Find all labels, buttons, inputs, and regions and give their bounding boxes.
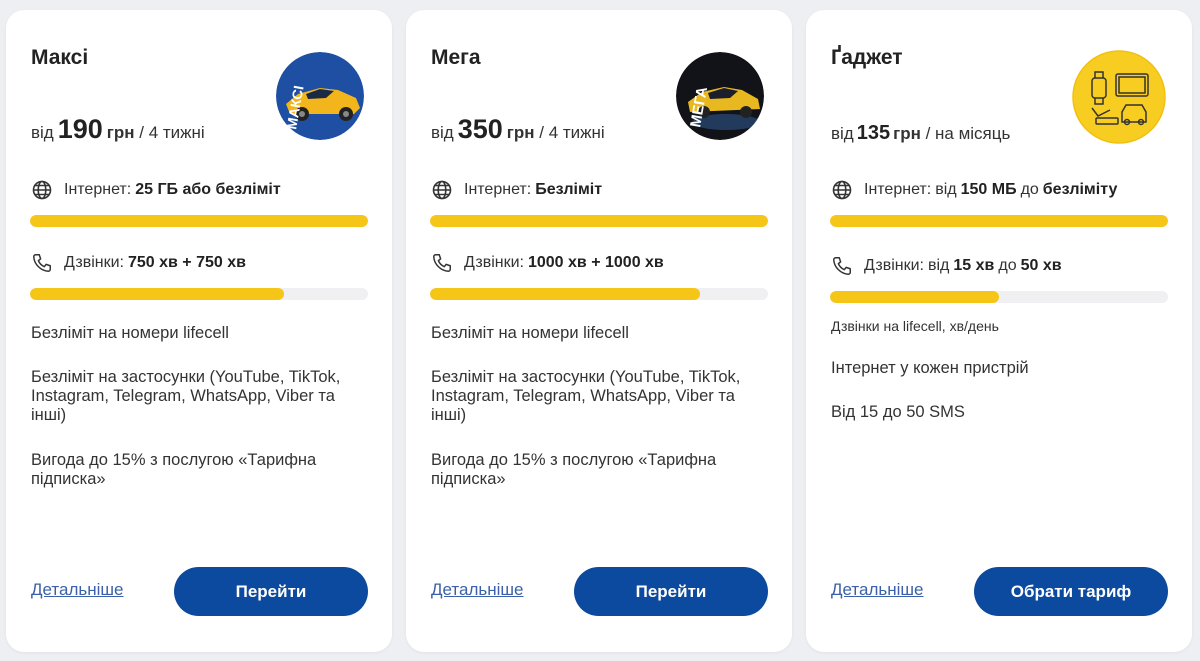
- tariff-price: від 135 грн / на місяць: [831, 122, 1011, 144]
- calls-feature: Дзвінки: 1000 хв + 1000 хв: [431, 252, 664, 274]
- go-button[interactable]: Перейти: [174, 567, 368, 616]
- calls-min: 15 хв: [953, 257, 995, 274]
- price-period: / 4 тижні: [539, 123, 605, 142]
- feature-note: Вигода до 15% з послугою «Тарифна підпис…: [31, 451, 317, 488]
- internet-feature: Інтернет: від 150 МБ до безліміту: [831, 179, 1117, 201]
- price-amount: 135: [856, 122, 891, 144]
- choose-tariff-button[interactable]: Обрати тариф: [974, 567, 1168, 616]
- internet-value: 25 ГБ або безліміт: [135, 181, 281, 198]
- gadget-devices-icon: [1072, 50, 1166, 144]
- price-amount: 350: [457, 114, 503, 144]
- feature-note: Безліміт на номери lifecell: [431, 324, 629, 342]
- internet-min: 150 МБ: [960, 181, 1017, 198]
- tariff-avatar-car-image: МЕГА: [676, 52, 764, 140]
- calls-max: 50 хв: [1020, 257, 1062, 274]
- feature-note: Від 15 до 50 SMS: [831, 403, 965, 421]
- feature-note: Безліміт на номери lifecell: [31, 324, 229, 342]
- internet-level-bar: [430, 215, 768, 227]
- tariff-price: від 350 грн / 4 тижні: [431, 114, 605, 144]
- details-link[interactable]: Детальніше: [31, 580, 124, 600]
- calls-feature: Дзвінки: 750 хв + 750 хв: [31, 252, 246, 274]
- details-link[interactable]: Детальніше: [831, 580, 924, 600]
- globe-icon: [31, 179, 53, 201]
- phone-icon: [431, 252, 453, 274]
- internet-level-bar: [30, 215, 368, 227]
- tariff-avatar-car-image: МАКСІ: [276, 52, 364, 140]
- calls-level-bar: [830, 291, 1168, 303]
- tariff-card-mega: Мега МЕГА від 350 грн / 4 тижні Інтернет…: [406, 10, 792, 652]
- internet-value: Безліміт: [535, 181, 603, 198]
- tariff-title: Ґаджет: [831, 46, 903, 69]
- feature-note: Безліміт на застосунки (YouTube, TikTok,…: [431, 368, 741, 424]
- internet-feature: Інтернет: 25 ГБ або безліміт: [31, 179, 281, 201]
- calls-caption: Дзвінки на lifecell, хв/день: [831, 318, 999, 334]
- tariff-title: Мега: [431, 46, 481, 69]
- calls-level-bar: [430, 288, 768, 300]
- internet-max: безліміту: [1042, 181, 1118, 198]
- tariff-cards: Максі МАКСІ від 190 грн / 4 тижні Інтерн…: [0, 0, 1200, 661]
- tariff-card-maxi: Максі МАКСІ від 190 грн / 4 тижні Інтерн…: [6, 10, 392, 652]
- phone-icon: [31, 252, 53, 274]
- feature-note: Вигода до 15% з послугою «Тарифна підпис…: [431, 451, 717, 488]
- tariff-price: від 190 грн / 4 тижні: [31, 114, 205, 144]
- calls-value: 1000 хв + 1000 хв: [527, 254, 664, 271]
- globe-icon: [831, 179, 853, 201]
- tariff-card-gadget: Ґаджет від 135 грн / на місяць Інтернет:…: [806, 10, 1192, 652]
- price-period: / 4 тижні: [139, 123, 205, 142]
- details-link[interactable]: Детальніше: [431, 580, 524, 600]
- internet-level-bar: [830, 215, 1168, 227]
- calls-level-bar: [30, 288, 368, 300]
- phone-icon: [831, 255, 853, 277]
- internet-feature: Інтернет: Безліміт: [431, 179, 602, 201]
- calls-value: 750 хв + 750 хв: [127, 254, 246, 271]
- price-amount: 190: [57, 114, 103, 144]
- tariff-title: Максі: [31, 46, 89, 69]
- feature-note: Безліміт на застосунки (YouTube, TikTok,…: [31, 368, 341, 424]
- go-button[interactable]: Перейти: [574, 567, 768, 616]
- feature-note: Інтернет у кожен пристрій: [831, 359, 1029, 377]
- price-period: / на місяць: [925, 124, 1011, 143]
- globe-icon: [431, 179, 453, 201]
- calls-feature: Дзвінки: від 15 хв до 50 хв: [831, 255, 1062, 277]
